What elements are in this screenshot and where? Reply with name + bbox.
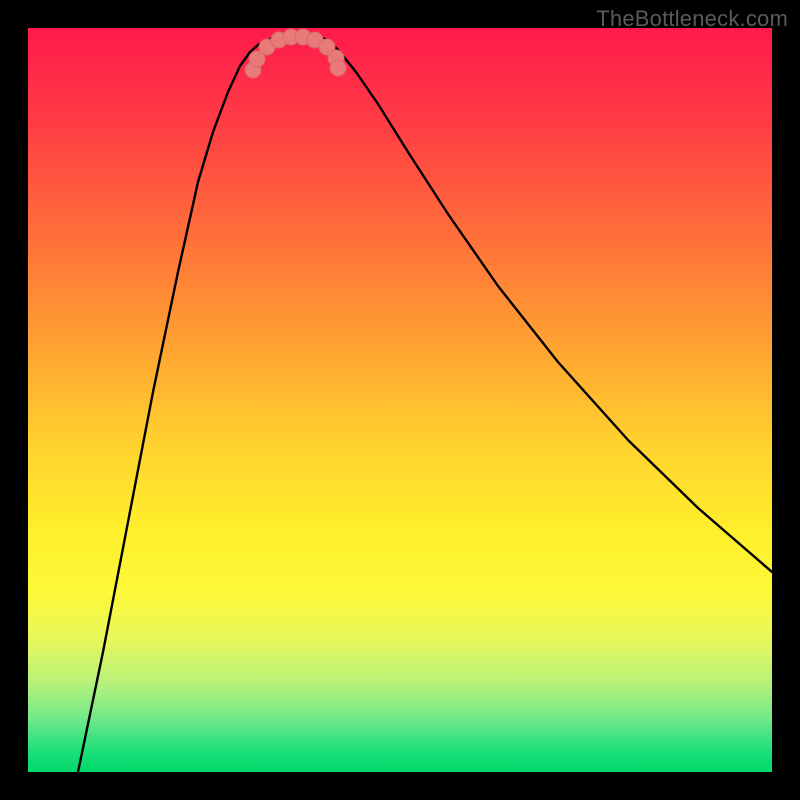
valley-markers-group	[245, 29, 346, 78]
plot-area	[28, 28, 772, 772]
bottleneck-curve	[78, 34, 772, 772]
chart-svg	[28, 28, 772, 772]
valley-marker	[330, 60, 346, 76]
outer-frame: TheBottleneck.com	[0, 0, 800, 800]
watermark-text: TheBottleneck.com	[596, 6, 788, 32]
